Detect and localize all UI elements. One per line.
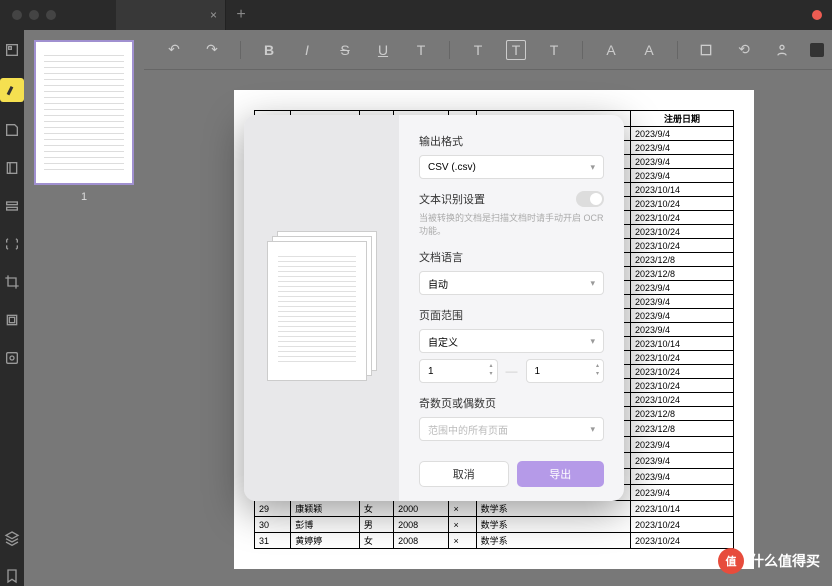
window-dot[interactable]	[46, 10, 56, 20]
stamp-icon[interactable]	[2, 310, 22, 330]
watermark-badge: 值	[718, 548, 744, 574]
modal-preview	[244, 115, 399, 501]
lang-select[interactable]: 自动▾	[419, 271, 604, 295]
chevron-down-icon: ▾	[590, 162, 595, 173]
lang-label: 文档语言	[419, 249, 604, 265]
chevron-down-icon: ▾	[590, 336, 595, 347]
layers-icon[interactable]	[2, 528, 22, 548]
crop-icon[interactable]	[2, 272, 22, 292]
range-from-input[interactable]: 1 ▴▾	[419, 359, 498, 383]
ocr-icon[interactable]	[2, 234, 22, 254]
titlebar: × +	[0, 0, 832, 30]
output-format-select[interactable]: CSV (.csv)▾	[419, 155, 604, 179]
thumbnails-icon[interactable]	[2, 40, 22, 60]
export-modal-overlay: 输出格式 CSV (.csv)▾ 文本识别设置 当被转换的文档是扫描文档时请手动…	[24, 30, 832, 586]
chevron-down-icon: ▾	[590, 424, 595, 435]
ocr-hint: 当被转换的文档是扫描文档时请手动开启 OCR 功能。	[419, 211, 604, 237]
highlight-icon[interactable]	[0, 78, 24, 102]
parity-label: 奇数页或偶数页	[419, 395, 604, 411]
close-window-icon[interactable]	[812, 10, 822, 20]
window-dot[interactable]	[12, 10, 22, 20]
range-label: 页面范围	[419, 307, 604, 323]
window-dot[interactable]	[29, 10, 39, 20]
document-tab[interactable]: ×	[116, 0, 226, 30]
stepper-icon[interactable]: ▴▾	[489, 362, 492, 378]
range-select[interactable]: 自定义▾	[419, 329, 604, 353]
parity-select[interactable]: 范围中的所有页面▾	[419, 417, 604, 441]
watermark: 值 什么值得买	[718, 548, 820, 574]
ocr-toggle[interactable]	[576, 191, 604, 207]
bookmark-panel-icon[interactable]	[2, 158, 22, 178]
add-tab-button[interactable]: +	[226, 0, 256, 30]
output-format-label: 输出格式	[419, 133, 604, 149]
stepper-icon[interactable]: ▴▾	[596, 362, 599, 378]
left-sidebar	[0, 30, 24, 586]
export-modal: 输出格式 CSV (.csv)▾ 文本识别设置 当被转换的文档是扫描文档时请手动…	[244, 115, 624, 501]
export-button[interactable]: 导出	[517, 461, 605, 487]
redact-icon[interactable]	[2, 348, 22, 368]
form-icon[interactable]	[2, 196, 22, 216]
annotate-icon[interactable]	[2, 120, 22, 140]
ocr-label: 文本识别设置	[419, 191, 485, 207]
cancel-button[interactable]: 取消	[419, 461, 509, 487]
bookmark-icon[interactable]	[2, 566, 22, 586]
close-tab-icon[interactable]: ×	[210, 8, 217, 22]
chevron-down-icon: ▾	[590, 278, 595, 289]
range-to-input[interactable]: 1 ▴▾	[526, 359, 605, 383]
